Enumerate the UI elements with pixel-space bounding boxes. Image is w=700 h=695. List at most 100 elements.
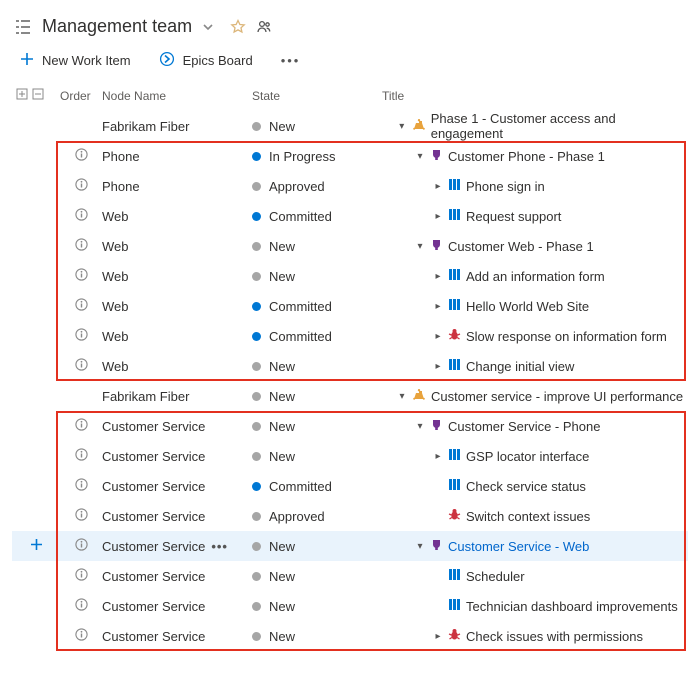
- favorite-star-icon[interactable]: [230, 19, 246, 35]
- backlog-row[interactable]: Web Committed ▸ Request support: [12, 201, 688, 231]
- info-icon[interactable]: [75, 178, 88, 194]
- epics-board-button[interactable]: Epics Board: [159, 51, 253, 70]
- work-item-title[interactable]: Slow response on information form: [466, 329, 667, 344]
- collapse-all-icon[interactable]: [32, 88, 44, 103]
- work-item-title[interactable]: GSP locator interface: [466, 449, 589, 464]
- backlog-row[interactable]: Customer Service Committed Check service…: [12, 471, 688, 501]
- backlog-row[interactable]: Web New ▾ Customer Web - Phase 1: [12, 231, 688, 261]
- state-text: New: [269, 239, 295, 254]
- work-item-title[interactable]: Scheduler: [466, 569, 525, 584]
- work-item-title[interactable]: Change initial view: [466, 359, 574, 374]
- work-item-title[interactable]: Check issues with permissions: [466, 629, 643, 644]
- work-item-title[interactable]: Customer Service - Phone: [448, 419, 600, 434]
- state-text: In Progress: [269, 149, 335, 164]
- toolbar-more-button[interactable]: •••: [281, 53, 301, 68]
- info-icon[interactable]: [75, 328, 88, 344]
- state-dot: [252, 302, 261, 311]
- work-item-title[interactable]: Customer Phone - Phase 1: [448, 149, 605, 164]
- work-item-title[interactable]: Check service status: [466, 479, 586, 494]
- backlog-row[interactable]: Customer Service New ▸ GSP locator inter…: [12, 441, 688, 471]
- work-item-title[interactable]: Hello World Web Site: [466, 299, 589, 314]
- work-item-type-icon: [448, 298, 461, 314]
- expand-chevron[interactable]: ▸: [433, 451, 443, 462]
- backlog-row[interactable]: Web New ▸ Change initial view: [12, 351, 688, 381]
- people-icon[interactable]: [256, 19, 272, 35]
- state-dot: [252, 392, 261, 401]
- backlog-row[interactable]: Fabrikam Fiber New ▾ Phase 1 - Customer …: [12, 111, 688, 141]
- expand-chevron[interactable]: ▾: [415, 151, 425, 162]
- col-state[interactable]: State: [252, 89, 382, 103]
- state-text: New: [269, 269, 295, 284]
- col-title[interactable]: Title: [382, 89, 688, 103]
- team-picker-chevron[interactable]: [202, 21, 214, 33]
- work-item-type-icon: [448, 268, 461, 284]
- expand-chevron[interactable]: ▸: [433, 181, 443, 192]
- new-work-item-button[interactable]: New Work Item: [20, 52, 131, 69]
- expand-chevron[interactable]: ▸: [433, 331, 443, 342]
- work-item-title[interactable]: Customer Service - Web: [448, 539, 589, 554]
- state-dot: [252, 482, 261, 491]
- backlog-row[interactable]: Fabrikam Fiber New ▾ Customer service - …: [12, 381, 688, 411]
- col-order[interactable]: Order: [60, 89, 102, 103]
- row-more-button[interactable]: •••: [211, 539, 228, 554]
- expand-chevron[interactable]: ▾: [415, 241, 425, 252]
- expand-chevron[interactable]: ▸: [433, 271, 443, 282]
- info-icon[interactable]: [75, 508, 88, 524]
- plus-icon: [20, 52, 34, 69]
- backlog-row[interactable]: Customer Service Approved Switch context…: [12, 501, 688, 531]
- work-item-title[interactable]: Phase 1 - Customer access and engagement: [431, 111, 688, 141]
- work-item-title[interactable]: Customer service - improve UI performanc…: [431, 389, 683, 404]
- expand-chevron[interactable]: ▾: [397, 121, 407, 132]
- work-item-title[interactable]: Switch context issues: [466, 509, 590, 524]
- expand-chevron[interactable]: ▾: [415, 541, 425, 552]
- col-node[interactable]: Node Name: [102, 89, 252, 103]
- expand-all-icon[interactable]: [16, 88, 28, 103]
- state-text: Committed: [269, 329, 332, 344]
- info-icon[interactable]: [75, 148, 88, 164]
- backlog-row[interactable]: Customer Service ••• New ▾ Customer Serv…: [12, 531, 688, 561]
- backlog-row[interactable]: Web Committed ▸ Hello World Web Site: [12, 291, 688, 321]
- add-child-button[interactable]: [30, 538, 43, 554]
- expand-chevron[interactable]: ▸: [433, 631, 443, 642]
- expand-chevron[interactable]: ▾: [397, 391, 407, 402]
- backlog-row[interactable]: Web New ▸ Add an information form: [12, 261, 688, 291]
- info-icon[interactable]: [75, 448, 88, 464]
- info-icon[interactable]: [75, 598, 88, 614]
- work-item-title[interactable]: Request support: [466, 209, 561, 224]
- info-icon[interactable]: [75, 268, 88, 284]
- info-icon[interactable]: [75, 238, 88, 254]
- backlog-row[interactable]: Phone In Progress ▾ Customer Phone - Pha…: [12, 141, 688, 171]
- state-dot: [252, 332, 261, 341]
- backlog-row[interactable]: Customer Service New Technician dashboar…: [12, 591, 688, 621]
- work-item-type-icon: [448, 478, 461, 494]
- work-item-title[interactable]: Add an information form: [466, 269, 605, 284]
- expand-chevron[interactable]: ▸: [433, 361, 443, 372]
- backlog-row[interactable]: Customer Service New ▾ Customer Service …: [12, 411, 688, 441]
- work-item-type-icon: [448, 598, 461, 614]
- info-icon[interactable]: [75, 538, 88, 554]
- backlog-row[interactable]: Customer Service New Scheduler: [12, 561, 688, 591]
- expand-chevron[interactable]: ▾: [415, 421, 425, 432]
- info-icon[interactable]: [75, 418, 88, 434]
- state-dot: [252, 602, 261, 611]
- work-item-title[interactable]: Customer Web - Phase 1: [448, 239, 594, 254]
- info-icon[interactable]: [75, 568, 88, 584]
- info-icon[interactable]: [75, 208, 88, 224]
- work-item-type-icon: [448, 508, 461, 524]
- node-name: Web: [102, 299, 129, 314]
- backlog-row[interactable]: Phone Approved ▸ Phone sign in: [12, 171, 688, 201]
- expand-chevron[interactable]: ▸: [433, 301, 443, 312]
- state-text: Approved: [269, 509, 325, 524]
- backlog-row[interactable]: Web Committed ▸ Slow response on informa…: [12, 321, 688, 351]
- work-item-title[interactable]: Technician dashboard improvements: [466, 599, 678, 614]
- work-item-title[interactable]: Phone sign in: [466, 179, 545, 194]
- backlog-row[interactable]: Customer Service New ▸ Check issues with…: [12, 621, 688, 651]
- info-icon[interactable]: [75, 628, 88, 644]
- expand-chevron[interactable]: ▸: [433, 211, 443, 222]
- state-dot: [252, 362, 261, 371]
- node-name: Customer Service: [102, 449, 205, 464]
- info-icon[interactable]: [75, 298, 88, 314]
- work-item-type-icon: [448, 328, 461, 344]
- info-icon[interactable]: [75, 358, 88, 374]
- info-icon[interactable]: [75, 478, 88, 494]
